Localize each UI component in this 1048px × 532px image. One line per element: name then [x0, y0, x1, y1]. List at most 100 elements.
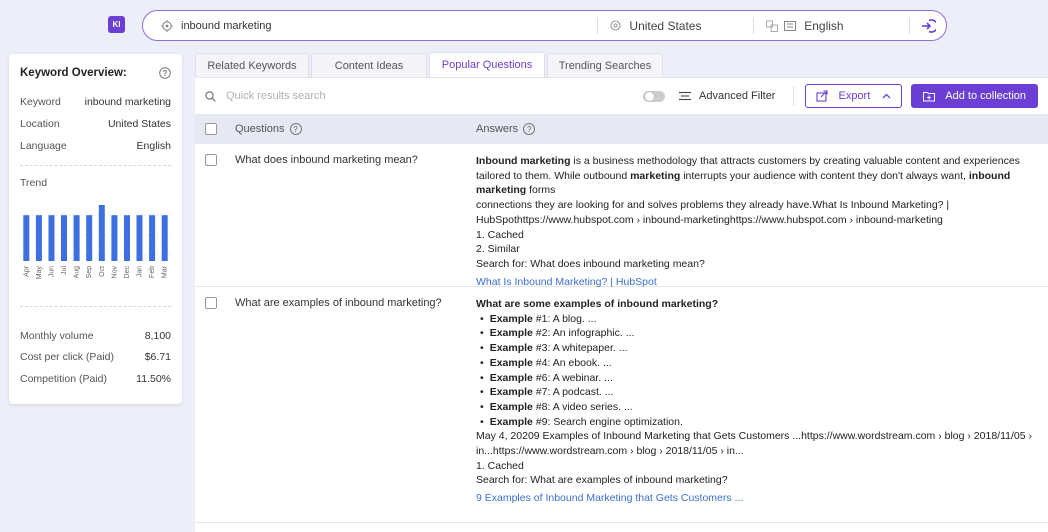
trend-month-label: Aug — [74, 266, 81, 279]
overview-value: inbound marketing — [84, 96, 171, 108]
answer-line: 1. Cached — [476, 228, 524, 241]
trend-month-label: May — [36, 266, 43, 280]
table-row: What are examples of inbound marketing? … — [195, 287, 1048, 523]
results-card: Related Keywords Content Ideas Popular Q… — [195, 52, 1048, 532]
answer-bold: Inbound marketing — [476, 155, 571, 167]
column-questions: Questions? — [235, 122, 476, 136]
trend-month-label: Jun — [49, 266, 56, 277]
tab-trending-searches[interactable]: Trending Searches — [547, 53, 663, 77]
question-text: What are examples of inbound marketing? — [235, 297, 442, 309]
export-button[interactable]: Export — [805, 84, 903, 108]
list-item: Example #8: A video series. ... — [476, 400, 1042, 415]
help-icon[interactable]: ? — [159, 66, 171, 79]
metric-value: 11.50% — [136, 372, 171, 385]
target-icon — [161, 19, 173, 32]
column-questions-label: Questions — [235, 122, 285, 135]
trend-bar — [48, 215, 55, 261]
tab-popular-questions[interactable]: Popular Questions — [429, 52, 545, 77]
help-icon[interactable]: ? — [523, 123, 536, 136]
answer-bold: Example — [489, 415, 533, 428]
answer-text: #6: A webinar. ... — [532, 371, 613, 384]
trend-bar — [73, 215, 80, 261]
tab-related-keywords[interactable]: Related Keywords — [195, 53, 309, 77]
overview-row-location: Location United States — [20, 113, 171, 135]
tab-content-ideas[interactable]: Content Ideas — [311, 53, 427, 77]
enter-arrow-icon — [922, 18, 937, 33]
quick-search-input[interactable]: Quick results search — [205, 90, 643, 102]
answer-line: 1. Cached — [476, 459, 524, 472]
overview-header: Keyword Overview: ? — [20, 54, 171, 91]
advanced-filter-button[interactable]: Advanced Filter — [679, 90, 775, 102]
add-to-collection-label: Add to collection — [945, 90, 1026, 102]
answer-line: Search for: What are examples of inbound… — [476, 474, 728, 487]
search-submit-button[interactable] — [910, 11, 946, 40]
metric-label: Cost per click (Paid) — [20, 351, 114, 364]
question-text: What does inbound marketing mean? — [235, 154, 418, 166]
list-item: Example #7: A podcast. ... — [476, 385, 1042, 400]
overview-row-keyword: Keyword inbound marketing — [20, 91, 171, 113]
answer-text: #8: A video series. ... — [532, 400, 633, 413]
answer-line: connections they are looking for and sol… — [476, 199, 950, 212]
add-to-collection-button[interactable]: Add to collection — [911, 84, 1038, 108]
keyword-input[interactable]: inbound marketing — [181, 20, 272, 32]
column-answers-label: Answers — [476, 122, 519, 135]
row-checkbox-cell — [195, 287, 235, 522]
location-pin-icon — [610, 19, 621, 31]
trend-month-label: Sep — [86, 266, 93, 279]
trend-bar — [98, 205, 105, 261]
advanced-filter-label: Advanced Filter — [699, 90, 776, 102]
metric-value: 8,100 — [144, 329, 171, 342]
metric-cpc: Cost per click (Paid) $6.71 — [20, 347, 171, 369]
trend-bar — [149, 215, 156, 261]
trend-month-label: Jul — [61, 266, 68, 275]
trend-bar — [61, 215, 67, 261]
overview-label: Location — [20, 118, 60, 130]
answer-intro: Inbound marketing is a business methodol… — [476, 154, 1042, 198]
svg-text:?: ? — [163, 68, 168, 77]
trend-bar — [136, 215, 143, 261]
overview-label: Language — [20, 140, 67, 152]
filter-toggle[interactable] — [643, 90, 666, 102]
dashed-divider — [20, 165, 171, 166]
answer-source-link[interactable]: 9 Examples of Inbound Marketing that Get… — [476, 491, 1042, 506]
overview-value: English — [136, 140, 171, 152]
overview-value: United States — [107, 118, 171, 130]
metric-value: $6.71 — [144, 351, 171, 364]
list-item: Example #9: Search engine optimization. — [476, 415, 1042, 430]
answer-cell: Inbound marketing is a business methodol… — [476, 144, 1048, 288]
result-tabs: Related Keywords Content Ideas Popular Q… — [195, 52, 1048, 77]
table-header: Questions? Answers? — [195, 114, 1048, 144]
keyword-field[interactable]: inbound marketing — [143, 11, 597, 40]
overview-title: Keyword Overview: — [20, 66, 127, 79]
metric-monthly-volume: Monthly volume 8,100 — [20, 325, 171, 347]
location-select[interactable]: United States — [598, 19, 753, 33]
row-checkbox[interactable] — [205, 154, 217, 166]
select-all-checkbox[interactable] — [205, 123, 217, 135]
app-logo[interactable]: KI — [108, 16, 125, 33]
export-icon — [816, 90, 829, 102]
answer-bold: Example — [489, 356, 533, 369]
answer-bold: Example — [489, 327, 533, 340]
trend-month-label: Jan — [137, 266, 144, 277]
trend-bar — [161, 215, 168, 261]
results-panel: Quick results search Advanced Filter Exp… — [195, 77, 1048, 532]
overview-label: Keyword — [20, 96, 61, 108]
answer-line: HubSpothttps://www.hubspot.com › inbound… — [476, 213, 943, 226]
help-icon[interactable]: ? — [289, 123, 302, 136]
answer-text: #9: Search engine optimization. — [532, 415, 683, 428]
trend-bar — [23, 215, 30, 261]
answer-text: #4: An ebook. ... — [532, 356, 612, 369]
language-flag-icon — [784, 20, 797, 31]
results-toolbar: Quick results search Advanced Filter Exp… — [195, 78, 1048, 114]
trend-bar — [124, 215, 130, 261]
row-checkbox[interactable] — [205, 297, 217, 309]
trend-month-label: Dec — [124, 266, 131, 279]
keyword-overview-panel: Keyword Overview: ? Keyword inbound mark… — [9, 54, 182, 404]
metrics: Monthly volume 8,100 Cost per click (Pai… — [20, 325, 171, 390]
metric-competition: Competition (Paid) 11.50% — [20, 368, 171, 390]
trend-bar — [35, 215, 42, 261]
trend-month-label: Oct — [99, 266, 106, 277]
language-select[interactable]: English — [754, 19, 909, 33]
trend-bar — [86, 215, 93, 261]
answer-bold: Example — [489, 371, 533, 384]
